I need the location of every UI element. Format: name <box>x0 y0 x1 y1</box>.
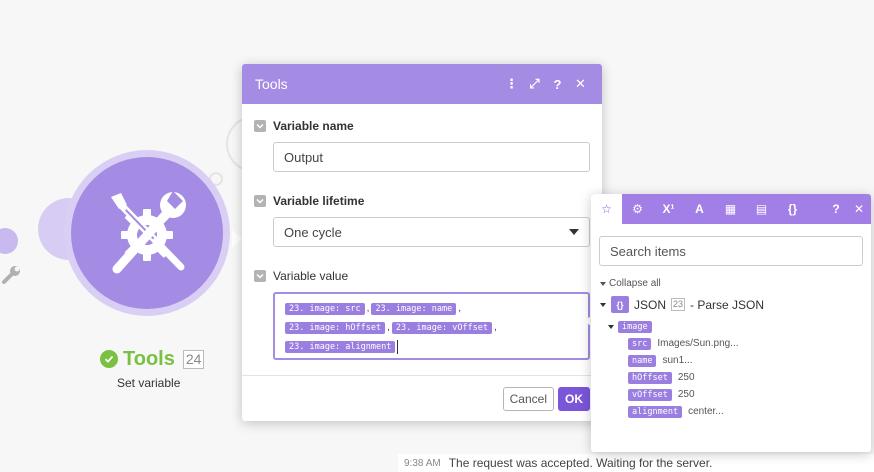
field-label-text: Variable value <box>273 269 349 283</box>
item-value: sun1... <box>662 355 693 366</box>
chevron-down-icon[interactable] <box>254 270 266 282</box>
item-pill[interactable]: image <box>618 321 652 333</box>
gear-icon[interactable]: ⚙ <box>622 194 653 224</box>
item-pill[interactable]: alignment <box>628 405 683 418</box>
variable-name-label[interactable]: Variable name <box>254 118 590 134</box>
search-input[interactable]: Search items <box>599 236 863 266</box>
variable-lifetime-value: One cycle <box>284 224 342 240</box>
caret-down-icon <box>600 281 606 286</box>
dialog-header[interactable]: Tools ⋮ ⤢ ? ✕ <box>242 64 602 104</box>
log-entry: 9:38 AM The request was accepted. Waitin… <box>398 454 874 472</box>
superscript-icon[interactable]: X¹ <box>653 194 684 224</box>
dialog-title: Tools <box>255 76 288 92</box>
log-time: 9:38 AM <box>404 457 441 469</box>
collapse-all-label: Collapse all <box>609 278 661 289</box>
mapped-token[interactable]: 23. image: vOffset <box>391 321 493 334</box>
module-id-badge: 24 <box>182 349 205 369</box>
table-icon[interactable]: ▤ <box>746 194 777 224</box>
braces-icon: {} <box>611 296 629 313</box>
check-circle-icon <box>100 350 118 368</box>
caret-down-icon <box>569 229 579 235</box>
token-separator: , <box>387 322 390 333</box>
module-subtitle: Set variable <box>117 376 181 390</box>
mapped-token[interactable]: 23. image: name <box>371 302 457 315</box>
variable-name-input[interactable]: Output <box>273 142 590 172</box>
tree-root-suffix: - Parse JSON <box>690 297 765 312</box>
item-value: center... <box>688 406 724 417</box>
tree-root-json[interactable]: {} JSON 23 - Parse JSON <box>600 296 871 313</box>
item-value: 250 <box>677 372 695 383</box>
variable-name-value: Output <box>284 149 324 165</box>
tree-leaf[interactable]: vOffset 250 <box>628 388 871 401</box>
collapse-all-toggle[interactable]: Collapse all <box>600 278 871 289</box>
expand-icon[interactable]: ⤢ <box>523 73 546 95</box>
item-value: 250 <box>677 389 695 400</box>
item-pill[interactable]: src <box>628 337 652 350</box>
item-pill[interactable]: vOffset <box>628 388 672 401</box>
more-vertical-icon[interactable]: ⋮ <box>500 73 523 95</box>
caret-down-icon <box>600 302 606 307</box>
tools-icon <box>111 191 186 274</box>
dialog-body: Variable name Output Variable lifetime O… <box>242 104 602 374</box>
variable-lifetime-select[interactable]: One cycle <box>273 217 590 247</box>
token-separator: , <box>458 303 461 314</box>
item-pill[interactable]: name <box>628 354 657 367</box>
dialog-footer: Cancel OK <box>242 375 602 421</box>
ok-button[interactable]: OK <box>558 386 590 411</box>
module-title-row: Tools 24 <box>100 346 205 372</box>
tree-leaf[interactable]: src Images/Sun.png... <box>628 337 871 350</box>
tools-module[interactable] <box>71 157 223 309</box>
mapped-token[interactable]: 23. image: src <box>285 302 365 315</box>
tree-leaf[interactable]: hOffset 250 <box>628 371 871 384</box>
item-pill[interactable]: hOffset <box>628 371 672 384</box>
token-separator: , <box>366 303 370 314</box>
item-value: Images/Sun.png... <box>657 338 739 349</box>
chevron-down-icon[interactable] <box>254 195 266 207</box>
variable-value-label[interactable]: Variable value <box>254 268 590 284</box>
mapped-token[interactable]: 23. image: alignment <box>285 340 396 353</box>
variable-lifetime-label[interactable]: Variable lifetime <box>254 193 590 209</box>
close-icon[interactable]: ✕ <box>569 73 592 95</box>
variable-value-editor[interactable]: 23. image: src , 23. image: name , 23. i… <box>273 292 590 360</box>
module-name: Tools <box>123 347 175 370</box>
tree-leaf[interactable]: name sun1... <box>628 354 871 367</box>
calendar-icon[interactable]: ▦ <box>715 194 746 224</box>
mapping-panel: ☆ ⚙ X¹ A ▦ ▤ {} ? ✕ Search items Collaps… <box>591 194 871 452</box>
search-placeholder: Search items <box>610 243 686 259</box>
text-caret <box>397 339 399 354</box>
mapper-tabs: ☆ ⚙ X¹ A ▦ ▤ {} ? ✕ <box>591 194 871 224</box>
tree-node-image[interactable]: image <box>608 321 871 333</box>
close-icon[interactable]: ✕ <box>847 194 871 224</box>
tree-leaf[interactable]: alignment center... <box>628 405 871 418</box>
help-icon[interactable]: ? <box>546 73 569 95</box>
token-row: 23. image: alignment <box>285 337 578 356</box>
token-row: 23. image: hOffset , 23. image: vOffset … <box>285 318 578 337</box>
token-row: 23. image: src , 23. image: name , <box>285 299 578 318</box>
caret-down-icon <box>608 325 614 329</box>
star-icon[interactable]: ☆ <box>591 194 622 224</box>
wrench-icon[interactable] <box>0 264 22 286</box>
braces-icon[interactable]: {} <box>777 194 808 224</box>
token-separator: , <box>494 322 497 333</box>
tree-root-label: JSON <box>634 297 667 312</box>
module-id-badge: 23 <box>671 298 686 311</box>
help-icon[interactable]: ? <box>825 194 847 224</box>
field-label-text: Variable name <box>273 119 354 133</box>
tools-settings-dialog: Tools ⋮ ⤢ ? ✕ Variable name Output Varia… <box>242 64 602 421</box>
log-text: The request was accepted. Waiting for th… <box>448 456 713 470</box>
mapper-pointer <box>584 316 591 326</box>
mapped-token[interactable]: 23. image: hOffset <box>285 321 386 334</box>
field-label-text: Variable lifetime <box>273 194 365 208</box>
text-icon[interactable]: A <box>684 194 715 224</box>
cancel-button[interactable]: Cancel <box>502 386 554 411</box>
chevron-down-icon[interactable] <box>254 120 266 132</box>
